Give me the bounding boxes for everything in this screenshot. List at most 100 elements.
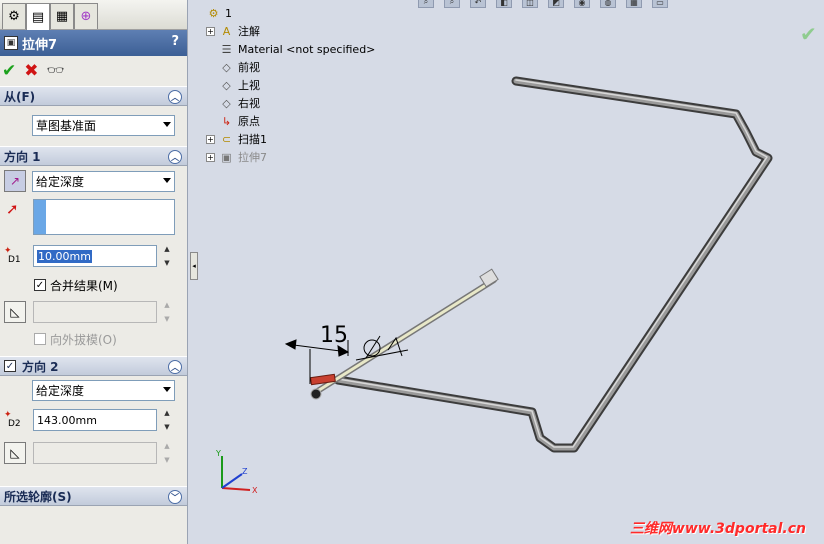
tree-item-label: 上视 (238, 79, 260, 92)
depth-spinner-2[interactable]: ▲ ▼ (160, 409, 174, 431)
tree-item[interactable]: ◇ 前视 (206, 58, 406, 76)
extrude-feature-icon: ▣ (4, 36, 18, 50)
tree-root[interactable]: ⚙ 1 (206, 4, 406, 22)
depth-label-d2: D2 (8, 419, 21, 429)
ok-button[interactable]: ✔ (2, 61, 16, 81)
depth-value-1: 10.00mm (37, 249, 92, 263)
from-group-header[interactable]: 从(F) ︿ (0, 86, 187, 106)
collapse-chevron-icon[interactable]: ︿ (168, 150, 182, 164)
origin-icon: ↳ (221, 114, 232, 128)
zoom-area-icon[interactable]: ⌕ (444, 0, 460, 8)
depth-spinner-1[interactable]: ▲ ▼ (160, 245, 174, 267)
tree-item[interactable]: + ▣ 拉伸7 (206, 148, 406, 166)
view-orientation-icon[interactable]: ◫ (522, 0, 538, 8)
feature-manager-icon: ⚙ (8, 9, 20, 24)
flyout-feature-tree: ⚙ 1 + A 注解 ☰ Material <not specified> ◇ 前视 ◇ 上视 ◇… (206, 4, 406, 166)
tree-item-label: 前视 (238, 61, 260, 74)
end-condition-select-2[interactable]: 给定深度 (32, 380, 175, 401)
sweep-icon: ⊂ (221, 132, 232, 146)
tree-item[interactable]: ◇ 上视 (206, 76, 406, 94)
previous-view-icon[interactable]: ↶ (470, 0, 486, 8)
plane-icon: ◇ (222, 60, 231, 74)
reverse-direction-button[interactable]: ↗ (4, 170, 26, 192)
draft-angle-spinner[interactable]: ▲ ▼ (160, 301, 174, 323)
dropdown-arrow-icon (163, 122, 171, 127)
watermark: 三维网www.3dportal.cn (629, 521, 806, 537)
part-icon: ⚙ (208, 6, 219, 20)
tree-root-label: 1 (225, 6, 232, 20)
draft-toggle-button[interactable]: ◺ (4, 301, 26, 323)
expand-chevron-icon[interactable]: ﹀ (168, 490, 182, 504)
preview-glasses-button[interactable]: 👓︎ (47, 63, 65, 79)
view-toolbar: ⌕ ⌕ ↶ ◧ ◫ ◩ ◉ ◍ ▦ ▭ (418, 0, 678, 10)
extrude-icon: ▣ (221, 150, 232, 164)
edit-appearance-icon[interactable]: ◍ (600, 0, 616, 8)
property-manager-panel: ⚙ ▤ ▦ ⊕ ▣ 拉伸7 ? ✔ ✖ 👓︎ 从(F) ︿ 草图基准面 方向 1… (0, 0, 188, 544)
annotation-icon: A (222, 24, 231, 38)
direction1-title: 方向 1 (4, 149, 41, 164)
cancel-button[interactable]: ✖ (24, 61, 38, 81)
dropdown-arrow-icon (163, 387, 171, 392)
depth-value-2: 143.00mm (37, 413, 97, 427)
direction2-checkbox[interactable]: ✓ (4, 360, 16, 372)
depth-input-1[interactable]: 10.00mm (33, 245, 157, 267)
axis-triad: Y X Z (215, 449, 258, 495)
hide-show-items-icon[interactable]: ◉ (574, 0, 590, 8)
tree-item[interactable]: + ⊂ 扫描1 (206, 130, 406, 148)
draft-angle-input-2[interactable] (33, 442, 157, 464)
tree-items: + A 注解 ☰ Material <not specified> ◇ 前视 ◇ 上视 ◇ 右视 ↳ 原… (206, 22, 406, 166)
tree-item[interactable]: ↳ 原点 (206, 112, 406, 130)
panel-collapse-handle[interactable]: ◂ (190, 252, 198, 280)
draft-outward-label: 向外拔模(O) (50, 333, 117, 347)
expand-toggle-icon[interactable]: + (206, 152, 215, 162)
end-condition-value-1: 给定深度 (36, 175, 85, 189)
confirm-corner-check-icon[interactable]: ✔ (800, 22, 817, 46)
merge-result-checkbox[interactable]: ✓ (34, 279, 46, 291)
expand-toggle-icon[interactable]: + (206, 26, 215, 36)
merge-result-label: 合并结果(M) (50, 279, 118, 293)
depth-dimension-value[interactable]: 15 (320, 323, 348, 348)
zoom-to-fit-icon[interactable]: ⌕ (418, 0, 434, 8)
display-style-icon[interactable]: ◩ (548, 0, 564, 8)
tab-property-manager[interactable]: ▤ (26, 3, 50, 30)
axis-z-label: Z (242, 467, 248, 476)
tab-dim-expert[interactable]: ⊕ (74, 3, 98, 29)
tree-item[interactable]: ☰ Material <not specified> (206, 40, 406, 58)
direction2-group-header[interactable]: ✓ 方向 2 ︿ (0, 356, 187, 376)
tab-configuration-manager[interactable]: ▦ (50, 3, 74, 29)
section-view-icon[interactable]: ◧ (496, 0, 512, 8)
direction2-group-body: 给定深度 ✦ D2 143.00mm ▲ ▼ ◺ ▲ ▼ (0, 376, 187, 486)
panel-tabs: ⚙ ▤ ▦ ⊕ (0, 0, 187, 30)
collapse-chevron-icon[interactable]: ︿ (168, 90, 182, 104)
selected-contours-group-header[interactable]: 所选轮廓(S) ﹀ (0, 486, 187, 506)
draft-angle-spinner-2[interactable]: ▲ ▼ (160, 442, 174, 464)
expand-toggle-icon[interactable]: + (206, 134, 215, 144)
start-condition-value: 草图基准面 (36, 119, 97, 133)
apply-scene-icon[interactable]: ▦ (626, 0, 642, 8)
feature-title: 拉伸7 (22, 37, 58, 53)
help-button[interactable]: ? (171, 34, 179, 49)
plane-icon: ◇ (222, 96, 231, 110)
view-settings-icon[interactable]: ▭ (652, 0, 668, 8)
collapse-chevron-icon[interactable]: ︿ (168, 360, 182, 374)
end-condition-value-2: 给定深度 (36, 384, 85, 398)
configuration-manager-icon: ▦ (55, 9, 69, 24)
depth-input-2[interactable]: 143.00mm (33, 409, 157, 431)
selection-highlight (34, 200, 46, 234)
draft-angle-input[interactable] (33, 301, 157, 323)
tab-feature-manager[interactable]: ⚙ (2, 3, 26, 29)
direction1-group-header[interactable]: 方向 1 ︿ (0, 146, 187, 166)
end-condition-select-1[interactable]: 给定深度 (32, 171, 175, 192)
plane-icon: ◇ (222, 78, 231, 92)
start-condition-select[interactable]: 草图基准面 (32, 115, 175, 136)
tree-item-label: 扫描1 (238, 133, 267, 146)
tree-item[interactable]: + A 注解 (206, 22, 406, 40)
tree-item-label: Material <not specified> (238, 42, 376, 56)
tree-item[interactable]: ◇ 右视 (206, 94, 406, 112)
draft-outward-checkbox[interactable] (34, 333, 46, 345)
from-group-body: 草图基准面 (0, 106, 187, 146)
axis-y-label: Y (215, 449, 221, 458)
direction-selection-box[interactable] (33, 199, 175, 235)
draft-toggle-button-2[interactable]: ◺ (4, 442, 26, 464)
dim-expert-icon: ⊕ (80, 9, 92, 24)
